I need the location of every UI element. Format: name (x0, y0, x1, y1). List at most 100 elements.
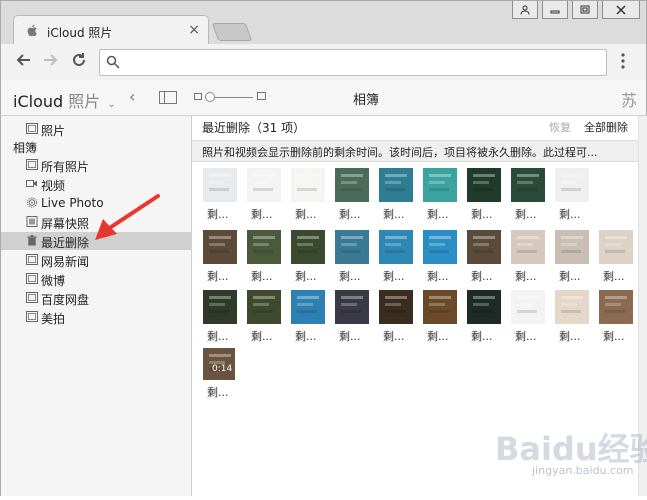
photo-thumbnail[interactable] (203, 168, 237, 202)
sidebar-item-label: 美拍 (41, 312, 66, 326)
sidebar-item-weibo[interactable]: 微博 (1, 270, 192, 288)
recover-button[interactable]: 恢复 (549, 119, 571, 135)
sidebar-item-videos[interactable]: 视频 (1, 175, 192, 193)
album-icon (26, 292, 38, 303)
photo-thumbnail[interactable] (247, 168, 281, 202)
photo-remaining-label: 剩... (559, 270, 581, 283)
photo-thumbnail[interactable] (335, 230, 369, 264)
tab-title: iCloud 照片 (47, 26, 113, 40)
photo-thumbnail[interactable] (379, 230, 413, 264)
zoom-out-icon[interactable] (194, 93, 202, 100)
photo-remaining-label: 剩... (383, 270, 405, 283)
photo-thumbnail[interactable] (203, 290, 237, 324)
app-brand[interactable]: iCloud 照片 ⌄ (13, 88, 116, 112)
photo-remaining-label: 剩... (339, 270, 361, 283)
content-header: 最近删除（31 项） 恢复 全部删除 (192, 116, 638, 138)
photo-thumbnail[interactable] (599, 290, 633, 324)
photo-remaining-label: 剩... (515, 270, 537, 283)
sidebar-item-meipai[interactable]: 美拍 (1, 308, 192, 326)
photo-thumbnail[interactable] (555, 230, 589, 264)
photo-thumbnail[interactable] (379, 168, 413, 202)
menu-dots-icon[interactable] (620, 52, 626, 70)
photo-remaining-label: 剩... (383, 330, 405, 343)
sidebar-item-photos[interactable]: 照片 (1, 120, 192, 138)
photo-thumbnail[interactable] (423, 230, 457, 264)
photo-thumbnail[interactable] (335, 290, 369, 324)
browser-titlebar: iCloud 照片 × (0, 0, 647, 46)
photo-remaining-label: 剩... (515, 330, 537, 343)
close-window-icon[interactable] (602, 1, 640, 19)
photo-remaining-label: 剩... (603, 330, 625, 343)
zoom-in-icon[interactable] (257, 92, 266, 100)
sidebar-item-recently-deleted[interactable]: 最近删除 (1, 232, 192, 250)
photo-thumbnail[interactable] (291, 290, 325, 324)
screenshot-icon (26, 216, 38, 227)
reload-icon[interactable] (71, 52, 87, 72)
back-arrow-icon[interactable] (15, 52, 31, 72)
photo-remaining-label: 剩... (295, 208, 317, 221)
user-name[interactable]: 苏 (621, 87, 637, 111)
photo-remaining-label: 剩... (295, 330, 317, 343)
photo-thumbnail[interactable] (247, 290, 281, 324)
sidebar-toggle-icon[interactable] (159, 91, 177, 104)
photo-thumbnail[interactable] (247, 230, 281, 264)
photo-remaining-label: 剩... (207, 270, 229, 283)
sidebar-item-label: 屏幕快照 (41, 217, 90, 231)
photo-remaining-label: 剩... (427, 208, 449, 221)
address-bar[interactable] (99, 49, 607, 76)
album-icon (26, 254, 38, 265)
photo-remaining-label: 剩... (559, 208, 581, 221)
photo-thumbnail[interactable] (291, 230, 325, 264)
album-title: 最近删除（31 项） (202, 121, 306, 135)
sidebar: 照片 相簿 所有照片 视频 Live Photo 屏幕快照 最近删除 网易新闻 … (0, 116, 192, 496)
photo-remaining-label: 剩... (207, 208, 229, 221)
album-icon (26, 311, 38, 322)
photo-remaining-label: 剩... (427, 270, 449, 283)
view-title: 相簿 (353, 93, 380, 108)
browser-tab[interactable]: iCloud 照片 × (13, 15, 209, 46)
photo-thumbnail[interactable] (467, 168, 501, 202)
photo-thumbnail[interactable] (291, 168, 325, 202)
photo-remaining-label: 剩... (251, 330, 273, 343)
maximize-icon[interactable] (572, 1, 598, 19)
brand-icloud: iCloud (13, 92, 64, 111)
sidebar-item-netease-news[interactable]: 网易新闻 (1, 251, 192, 269)
live-photo-icon (26, 197, 38, 208)
photo-thumbnail[interactable] (467, 290, 501, 324)
photo-thumbnail[interactable] (511, 230, 545, 264)
delete-all-button[interactable]: 全部删除 (584, 119, 628, 135)
address-input[interactable] (126, 53, 596, 72)
photo-remaining-label: 剩... (295, 270, 317, 283)
user-icon[interactable] (512, 1, 538, 19)
album-icon (26, 123, 38, 134)
sidebar-item-all-photos[interactable]: 所有照片 (1, 156, 192, 174)
photo-thumbnail[interactable] (511, 290, 545, 324)
watermark-url: jingyan.baidu.com (532, 464, 634, 477)
photo-thumbnail[interactable] (423, 168, 457, 202)
photo-thumbnail[interactable] (203, 230, 237, 264)
photo-thumbnail[interactable] (423, 290, 457, 324)
photo-remaining-label: 剩... (339, 330, 361, 343)
back-chevron-icon[interactable]: ‹ (129, 87, 135, 106)
forward-arrow-icon[interactable] (43, 52, 59, 72)
deletion-notice: 照片和视频会显示删除前的剩余时间。该时间后，项目将被永久删除。此过程可... (192, 140, 638, 162)
video-duration: 0:14 (212, 364, 233, 374)
tab-close-icon[interactable]: × (188, 22, 200, 38)
new-tab-button[interactable] (211, 23, 253, 41)
trash-icon (27, 235, 37, 246)
photo-thumbnail[interactable] (379, 290, 413, 324)
photo-thumbnail[interactable] (511, 168, 545, 202)
sidebar-item-live-photo[interactable]: Live Photo (1, 194, 192, 212)
minimize-icon[interactable] (542, 1, 568, 19)
album-icon (26, 273, 38, 284)
sidebar-item-baidu-netdisk[interactable]: 百度网盘 (1, 289, 192, 307)
sidebar-item-label: 网易新闻 (41, 255, 90, 269)
photo-thumbnail[interactable] (555, 290, 589, 324)
sidebar-item-screenshots[interactable]: 屏幕快照 (1, 213, 192, 231)
photo-thumbnail[interactable] (555, 168, 589, 202)
photo-thumbnail[interactable] (467, 230, 501, 264)
apple-icon (27, 24, 37, 37)
photo-thumbnail[interactable] (335, 168, 369, 202)
zoom-slider-handle[interactable] (205, 92, 215, 102)
photo-thumbnail[interactable] (599, 230, 633, 264)
